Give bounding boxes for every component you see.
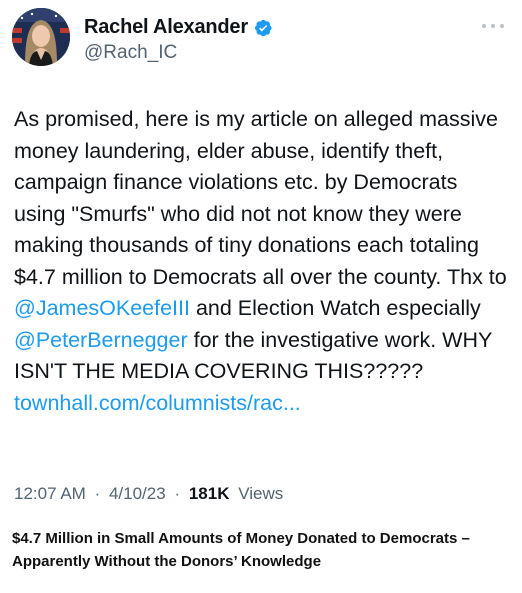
meta-separator-2: · — [174, 484, 181, 503]
tweet-text-segment: and Election Watch especially — [189, 296, 481, 320]
verified-badge-icon — [253, 18, 273, 38]
tweet-text-segment: As promised, here is my article on alleg… — [14, 107, 507, 289]
profile-photo-icon — [12, 8, 70, 66]
views-count: 181K — [188, 484, 230, 503]
mention-link[interactable]: @JamesOKeefeIII — [14, 296, 190, 320]
author-name-row[interactable]: Rachel Alexander — [84, 16, 273, 39]
avatar[interactable] — [12, 8, 70, 66]
tweet-meta: 12:07 AM · 4/10/23 · 181K Views — [14, 484, 283, 504]
author-handle[interactable]: @Rach_IC — [84, 42, 177, 64]
tweet-card: Rachel Alexander @Rach_IC As promised, h… — [0, 0, 522, 515]
tweet-time[interactable]: 12:07 AM — [14, 484, 86, 503]
meta-separator: · — [94, 484, 101, 503]
tweet-text: As promised, here is my article on alleg… — [14, 104, 514, 419]
article-link[interactable]: townhall.com/columnists/rac... — [14, 391, 301, 415]
author-name[interactable]: Rachel Alexander — [84, 16, 248, 39]
more-options-icon[interactable] — [482, 22, 504, 30]
article-caption: $4.7 Million in Small Amounts of Money D… — [12, 530, 470, 570]
tweet-date[interactable]: 4/10/23 — [109, 484, 166, 503]
views-label: Views — [238, 484, 284, 503]
mention-link[interactable]: @PeterBernegger — [14, 328, 188, 352]
